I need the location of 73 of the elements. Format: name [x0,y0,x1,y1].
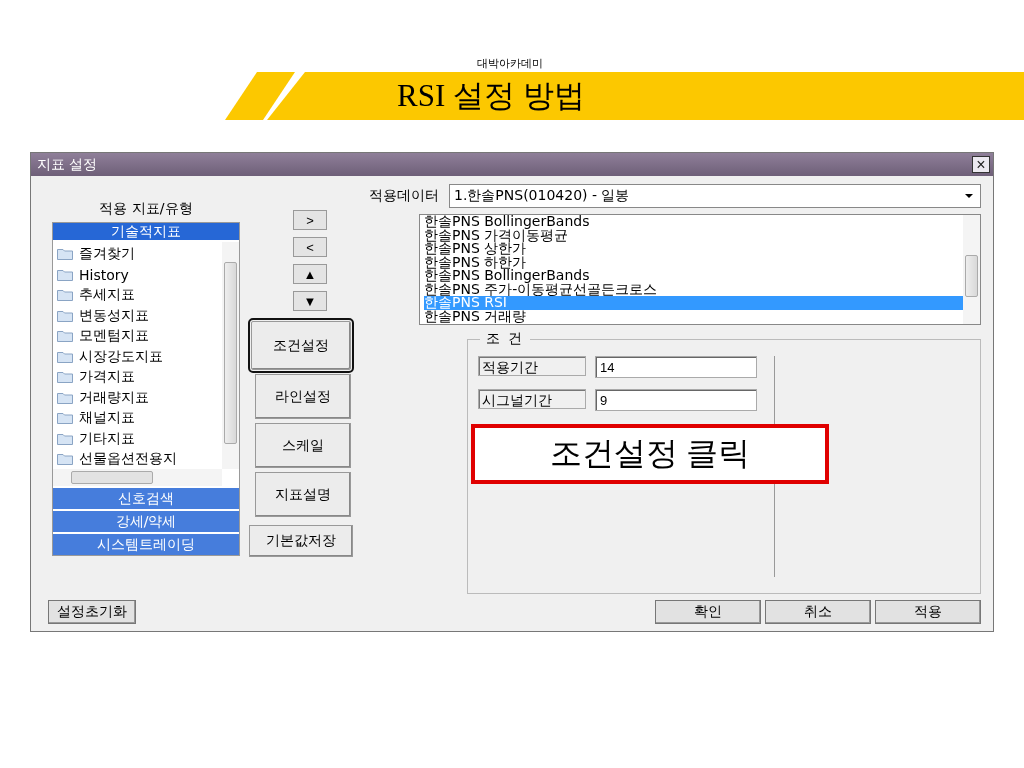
dialog-button[interactable]: 적용 [875,600,981,624]
folder-icon [57,248,73,261]
list-item[interactable]: 한솔PNS 거래량 [424,309,963,323]
side-button[interactable]: 조건설정 [251,321,351,370]
tree-item[interactable]: 채널지표 [53,408,222,429]
tree-item[interactable]: 가격지표 [53,367,222,388]
slide-subtitle: 대박아카데미 [476,56,544,71]
dialog-button[interactable]: 취소 [765,600,871,624]
data-dropdown[interactable]: 1.한솔PNS(010420) - 일봉 [449,184,981,208]
tree-label: 거래량지표 [79,388,149,407]
field-label: 시그널기간 [478,389,586,410]
tree-item[interactable]: 기타지표 [53,428,222,449]
side-button[interactable]: 라인설정 [255,374,351,419]
move-button[interactable]: < [293,237,327,257]
folder-icon [57,432,73,445]
tree-label: 변동성지표 [79,306,149,325]
list-item[interactable]: 한솔PNS 상한가 [424,242,963,256]
side-button[interactable]: 기본값저장 [249,525,353,557]
list-item[interactable]: 한솔PNS BollingerBands [424,269,963,283]
tree-item[interactable]: 거래량지표 [53,387,222,408]
dialog-button[interactable]: 확인 [655,600,761,624]
panel-label: 적용 지표/유형 [99,200,193,218]
folder-icon [57,330,73,343]
input-field[interactable]: 14 [595,356,757,379]
stripe-icon [225,72,295,120]
tree-item[interactable]: 즐겨찾기 [53,244,222,265]
tree-item[interactable]: History [53,264,222,285]
tree-item[interactable]: 모멘텀지표 [53,326,222,347]
window-title: 지표 설정 [37,155,98,174]
category-header[interactable]: 신호검색 [53,488,239,509]
close-button[interactable]: × [972,156,990,173]
side-button[interactable]: 지표설명 [255,472,351,517]
tree-label: 즐겨찾기 [79,245,135,264]
horizontal-scrollbar[interactable] [53,469,222,486]
tree-item[interactable]: 시장강도지표 [53,346,222,367]
folder-icon [57,289,73,302]
category-header[interactable]: 시스템트레이딩 [53,534,239,555]
side-button[interactable]: 스케일 [255,423,351,468]
callout-box: 조건설정 클릭 [471,424,829,485]
scrollbar[interactable] [222,242,239,469]
tree-label: 가격지표 [79,368,135,387]
folder-icon [57,371,73,384]
folder-icon [57,453,73,466]
field-label: 적용기간 [478,356,586,377]
category-header[interactable]: 강세/약세 [53,511,239,532]
tree-label: 추세지표 [79,286,135,305]
move-button[interactable]: ▼ [293,291,327,311]
list-item[interactable]: 한솔PNS 하한가 [424,255,963,269]
tree-label: 모멘텀지표 [79,327,149,346]
tree-label: 채널지표 [79,409,135,428]
folder-icon [57,412,73,425]
folder-icon [57,268,73,281]
input-field[interactable]: 9 [595,389,757,412]
reset-button[interactable]: 설정초기화 [48,600,136,624]
data-label: 적용데이터 [369,187,439,205]
tree-label: 선물옵션전용지 [79,450,177,469]
list-item[interactable]: 한솔PNS BollingerBands [424,215,963,229]
tree-label: 시장강도지표 [79,347,163,366]
move-button[interactable]: ▲ [293,264,327,284]
folder-icon [57,350,73,363]
folder-icon [57,309,73,322]
scrollbar[interactable] [963,215,980,325]
folder-icon [57,391,73,404]
slide-title: RSI 설정 방법 [397,77,585,115]
tree-label: History [79,266,129,283]
list-item[interactable]: 한솔PNS 주가-이동평균선골든크로스 [424,282,963,296]
category-header[interactable]: 기술적지표 [53,223,239,240]
tree-item[interactable]: 추세지표 [53,285,222,306]
move-button[interactable]: > [293,210,327,230]
tree-item[interactable]: 변동성지표 [53,305,222,326]
tree-label: 기타지표 [79,429,135,448]
tree-item[interactable]: 선물옵션전용지 [53,449,222,469]
list-item[interactable]: 한솔PNS 가격이동평균 [424,228,963,242]
